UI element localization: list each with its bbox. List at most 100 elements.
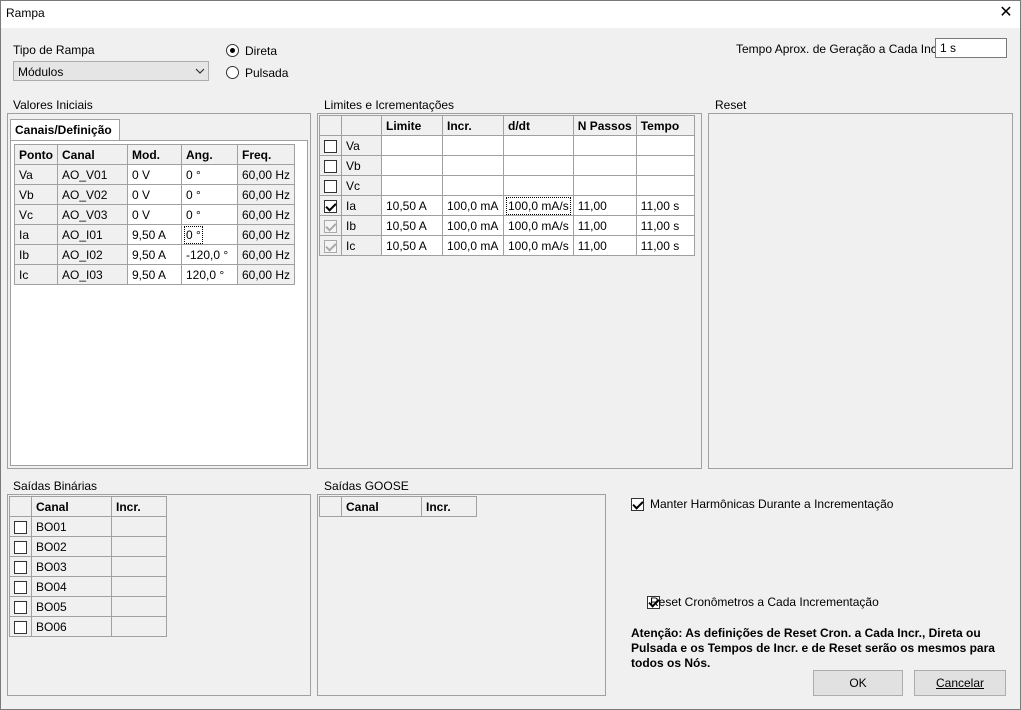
- binary-outputs-table: Canal Incr. BO01 BO02 BO03 BO04 BO05 BO06: [9, 496, 167, 637]
- limits-cell[interactable]: 100,0 mA/s: [503, 195, 574, 216]
- limits-cell[interactable]: 11,00: [572, 215, 637, 236]
- bo-checkbox[interactable]: [14, 540, 27, 554]
- row-checkbox[interactable]: [324, 159, 337, 173]
- limits-cell[interactable]: 11,00 s: [635, 195, 695, 216]
- limits-cell[interactable]: 10,50 A: [381, 195, 443, 216]
- bo-checkbox[interactable]: [14, 600, 27, 614]
- iv-cell[interactable]: 0 °: [181, 184, 238, 205]
- limits-cell[interactable]: [442, 155, 504, 176]
- iv-cell-value: 0 °: [186, 167, 201, 182]
- radio-pulsada[interactable]: [226, 66, 239, 79]
- limits-cell[interactable]: 11,00: [572, 235, 637, 256]
- limits-cell-value: Ic: [346, 238, 356, 253]
- table-row: Vc: [319, 175, 695, 196]
- close-icon[interactable]: ✕: [996, 3, 1016, 23]
- limits-cell[interactable]: [442, 175, 504, 196]
- limits-cell[interactable]: [572, 155, 637, 176]
- iv-cell-value: 0 V: [132, 187, 151, 202]
- bo-check-cell: [9, 516, 32, 537]
- bo-incr[interactable]: [111, 596, 167, 617]
- gen-time-input[interactable]: 1 s: [935, 38, 1007, 58]
- row-checkbox[interactable]: [324, 179, 337, 193]
- iv-cell[interactable]: 0 °: [181, 164, 238, 185]
- limits-cell[interactable]: [572, 175, 637, 196]
- limits-cell[interactable]: 100,0 mA/s: [503, 235, 574, 256]
- iv-cell[interactable]: 0 V: [127, 184, 182, 205]
- limits-cell-value: 11,00 s: [640, 218, 680, 233]
- row-checkbox[interactable]: [324, 139, 337, 153]
- iv-cell: 60,00 Hz: [236, 164, 296, 185]
- limits-cell[interactable]: [635, 155, 695, 176]
- col-mod: Mod.: [127, 144, 182, 165]
- keep-harmonics-checkbox[interactable]: [631, 498, 644, 512]
- iv-cell[interactable]: 0 °: [181, 224, 238, 245]
- limits-cell[interactable]: 10,50 A: [381, 215, 443, 236]
- iv-cell-value: Ic: [19, 267, 29, 282]
- iv-cell[interactable]: 9,50 A: [127, 224, 182, 245]
- limits-cell[interactable]: 11,00: [572, 195, 637, 216]
- table-row: Va: [319, 135, 695, 156]
- bo-checkbox[interactable]: [14, 620, 27, 634]
- col-incr: Incr.: [442, 115, 504, 136]
- iv-cell[interactable]: -120,0 °: [181, 244, 238, 265]
- limits-cell[interactable]: [381, 175, 443, 196]
- limits-cell[interactable]: 100,0 mA: [442, 195, 504, 216]
- iv-cell-value: AO_I02: [62, 247, 103, 262]
- limits-cell[interactable]: [442, 135, 504, 156]
- limits-cell[interactable]: [635, 135, 695, 156]
- bo-col-incr: Incr.: [111, 496, 167, 517]
- limits-cell[interactable]: [381, 135, 443, 156]
- row-checkbox[interactable]: [324, 239, 337, 253]
- bo-incr[interactable]: [111, 516, 167, 537]
- limits-label: Limites e Icrementações: [324, 98, 455, 112]
- iv-cell[interactable]: 0 V: [127, 164, 182, 185]
- iv-cell[interactable]: 120,0 °: [181, 264, 238, 285]
- bo-incr[interactable]: [111, 576, 167, 597]
- limits-cell[interactable]: [635, 175, 695, 196]
- limits-cell[interactable]: 11,00 s: [635, 215, 695, 236]
- table-row: Ic 10,50 A 100,0 mA 100,0 mA/s 11,00 11,00 s: [319, 235, 695, 256]
- bo-incr[interactable]: [111, 536, 167, 557]
- limits-cell[interactable]: [503, 135, 574, 156]
- goose-outputs-table: Canal Incr.: [319, 496, 477, 517]
- bo-incr[interactable]: [111, 556, 167, 577]
- iv-cell: AO_V03: [57, 204, 128, 225]
- limits-cell[interactable]: 10,50 A: [381, 235, 443, 256]
- table-row: Ib 10,50 A 100,0 mA 100,0 mA/s 11,00 11,00 s: [319, 215, 695, 236]
- iv-cell[interactable]: 0 °: [181, 204, 238, 225]
- iv-cell[interactable]: 9,50 A: [127, 264, 182, 285]
- limits-cell[interactable]: 100,0 mA: [442, 215, 504, 236]
- ramp-type-select[interactable]: Módulos: [13, 61, 209, 81]
- iv-cell-value: AO_V03: [62, 207, 108, 222]
- iv-cell: AO_I03: [57, 264, 128, 285]
- bo-incr[interactable]: [111, 616, 167, 637]
- ok-button[interactable]: OK: [813, 670, 903, 696]
- limits-cell[interactable]: [503, 155, 574, 176]
- cancel-button[interactable]: Cancelar: [914, 670, 1006, 696]
- table-row: Vc AO_V03 0 V 0 ° 60,00 Hz: [14, 204, 296, 225]
- limits-cell-value: Ia: [346, 198, 357, 213]
- iv-cell[interactable]: 9,50 A: [127, 244, 182, 265]
- bo-checkbox[interactable]: [14, 580, 27, 594]
- iv-cell[interactable]: 0 V: [127, 204, 182, 225]
- limits-cell[interactable]: 100,0 mA: [442, 235, 504, 256]
- iv-cell-value: 0 °: [184, 225, 203, 244]
- radio-direta[interactable]: [226, 44, 239, 57]
- tab-canais-definicao[interactable]: Canais/Definição: [10, 119, 120, 141]
- limits-cell-value: Vc: [346, 178, 361, 193]
- row-checkbox[interactable]: [324, 199, 337, 213]
- bo-checkbox[interactable]: [14, 520, 27, 534]
- col-canal: Canal: [57, 144, 128, 165]
- limits-cell[interactable]: [572, 135, 637, 156]
- limits-cell[interactable]: [503, 175, 574, 196]
- iv-cell-value: 60,00 Hz: [242, 187, 291, 202]
- limits-cell[interactable]: [381, 155, 443, 176]
- col-ponto: Ponto: [14, 144, 58, 165]
- gen-time-label: Tempo Aprox. de Geração a Cada Incr.:: [736, 42, 947, 56]
- limits-cell[interactable]: 100,0 mA/s: [503, 215, 574, 236]
- limits-cell[interactable]: 11,00 s: [635, 235, 695, 256]
- bo-checkbox[interactable]: [14, 560, 27, 574]
- binary-outputs-label: Saídas Binárias: [13, 479, 98, 493]
- iv-cell: 60,00 Hz: [236, 204, 296, 225]
- row-checkbox[interactable]: [324, 219, 337, 233]
